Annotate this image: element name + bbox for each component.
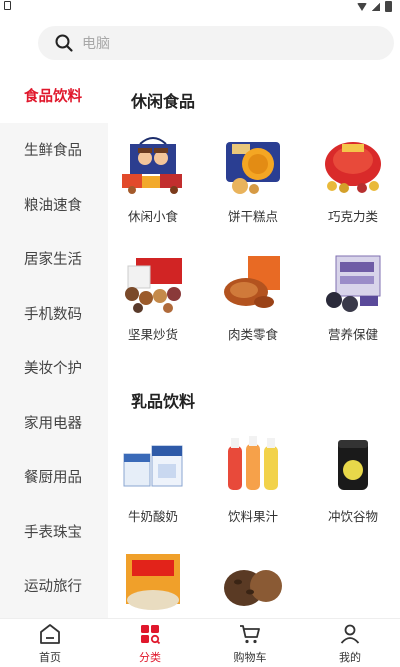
category-tile[interactable]: 牛奶酸奶 — [108, 434, 198, 525]
category-label: 巧克力类 — [327, 209, 378, 224]
roast-duck-icon — [218, 252, 288, 314]
category-label: 冲饮谷物 — [327, 509, 378, 524]
tab-cart[interactable]: 购物车 — [200, 619, 300, 667]
cart-icon — [238, 622, 262, 646]
category-label: 牛奶酸奶 — [127, 509, 178, 524]
category-tile[interactable]: 冲饮谷物 — [308, 434, 398, 525]
wifi-icon — [357, 2, 367, 11]
bottom-tab-bar: 首页 分类 购物车 我的 — [0, 618, 400, 667]
tab-home[interactable]: 首页 — [0, 619, 100, 667]
sidebar-item-grain-oil[interactable]: 粮油速食 — [0, 177, 108, 232]
signal-icon — [372, 2, 380, 11]
sidebar-item-beauty[interactable]: 美妆个护 — [0, 341, 108, 396]
tab-cart-label: 购物车 — [233, 650, 267, 664]
milk-cartons-icon — [118, 434, 188, 496]
section-title-snacks: 休闲食品 — [131, 92, 196, 111]
coffee-beans-icon — [218, 552, 288, 614]
battery-icon — [385, 1, 392, 12]
category-tile[interactable]: 巧克力类 — [308, 134, 398, 225]
tab-category-label: 分类 — [139, 650, 161, 664]
chocolate-box-icon — [318, 134, 388, 196]
sidebar-item-kitchen[interactable]: 餐厨用品 — [0, 450, 108, 505]
category-tile[interactable]: 饮料果汁 — [208, 434, 298, 525]
tab-category[interactable]: 分类 — [100, 619, 200, 667]
category-tile[interactable] — [208, 552, 298, 614]
category-tile[interactable]: 营养保健 — [308, 252, 398, 343]
category-tile[interactable]: 饼干糕点 — [208, 134, 298, 225]
juice-bottles-icon — [218, 434, 288, 496]
biscuit-tin-icon — [218, 134, 288, 196]
search-icon — [54, 33, 74, 53]
cereal-jar-icon — [318, 434, 388, 496]
category-tile[interactable]: 坚果炒货 — [108, 252, 198, 343]
nuts-gift-box-icon — [118, 252, 188, 314]
notification-icon — [4, 1, 11, 10]
category-label: 饼干糕点 — [227, 209, 278, 224]
tab-home-label: 首页 — [39, 650, 61, 664]
category-tile[interactable]: 休闲小食 — [108, 134, 198, 225]
search-input[interactable]: 电脑 — [82, 33, 110, 53]
category-label: 坚果炒货 — [127, 327, 178, 342]
sidebar-item-sports-travel[interactable]: 运动旅行 — [0, 559, 108, 614]
category-sidebar: 食品饮料 生鲜食品 粮油速食 居家生活 手机数码 美妆个护 家用电器 餐厨用品 … — [0, 68, 108, 618]
oatmeal-pack-icon — [118, 552, 188, 614]
ejiao-sesame-balls-icon — [318, 252, 388, 314]
home-icon — [38, 622, 62, 646]
tab-profile[interactable]: 我的 — [300, 619, 400, 667]
category-tile[interactable] — [108, 552, 198, 614]
sidebar-item-watch-jewelry[interactable]: 手表珠宝 — [0, 504, 108, 559]
category-label: 饮料果汁 — [227, 509, 278, 524]
sidebar-item-fresh-food[interactable]: 生鲜食品 — [0, 123, 108, 178]
sidebar-item-food-drink[interactable]: 食品饮料 — [0, 68, 108, 123]
profile-icon — [338, 622, 362, 646]
category-content: 休闲食品 休闲小食 饼干糕点 巧克力类 坚果炒货 肉类零食 营养保健 乳品饮料 … — [108, 68, 400, 618]
sidebar-item-phone-digital[interactable]: 手机数码 — [0, 286, 108, 341]
category-label: 休闲小食 — [127, 209, 178, 224]
sidebar-item-appliances[interactable]: 家用电器 — [0, 395, 108, 450]
tab-profile-label: 我的 — [339, 650, 361, 664]
category-label: 营养保健 — [327, 327, 378, 342]
status-bar — [0, 0, 400, 14]
snack-gift-box-icon — [118, 134, 188, 196]
status-icons — [357, 1, 392, 12]
category-icon — [138, 622, 162, 646]
category-label: 肉类零食 — [227, 327, 278, 342]
sidebar-item-home-living[interactable]: 居家生活 — [0, 232, 108, 287]
search-bar[interactable]: 电脑 — [38, 26, 394, 60]
category-tile[interactable]: 肉类零食 — [208, 252, 298, 343]
section-title-dairy: 乳品饮料 — [131, 392, 196, 411]
